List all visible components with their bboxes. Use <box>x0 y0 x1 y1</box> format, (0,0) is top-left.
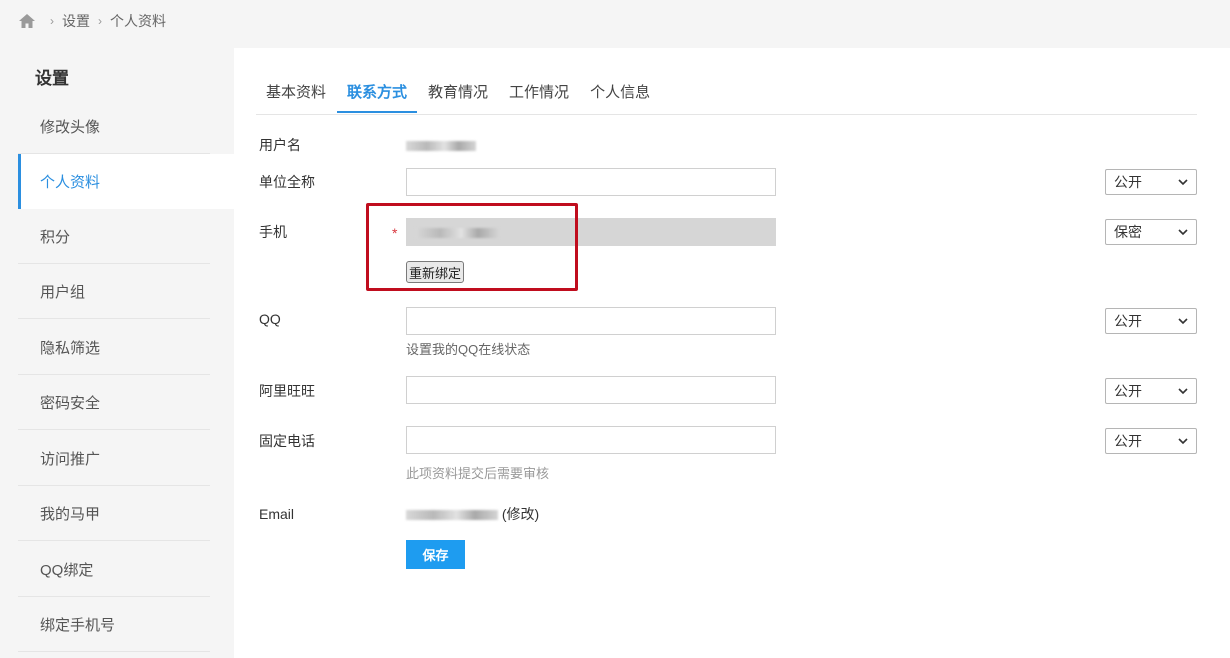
email-label: Email <box>259 506 295 522</box>
home-icon[interactable] <box>18 13 36 29</box>
qq-privacy-select[interactable]: 公开 <box>1105 308 1197 334</box>
qq-input[interactable] <box>406 307 776 335</box>
sidebar-title: 设置 <box>35 69 69 88</box>
qq-label: QQ <box>259 311 281 327</box>
sidebar-item-password[interactable]: 密码安全 <box>18 375 210 430</box>
mobile-privacy-select[interactable]: 保密 <box>1105 219 1197 245</box>
tab-education[interactable]: 教育情况 <box>418 76 498 113</box>
sidebar-item-vest[interactable]: 我的马甲 <box>18 486 210 541</box>
landline-label: 固定电话 <box>259 433 315 449</box>
tab-personal[interactable]: 个人信息 <box>580 76 660 113</box>
chevron-down-icon <box>1178 388 1188 395</box>
sidebar: 设置 修改头像 个人资料 积分 用户组 隐私筛选 密码安全 访问推广 我的马甲 … <box>18 48 234 658</box>
aliwangwang-label: 阿里旺旺 <box>259 383 315 399</box>
main-panel: 基本资料 联系方式 教育情况 工作情况 个人信息 用户名 单位全称 公开 手机 … <box>234 48 1230 658</box>
redacted-username <box>406 141 476 152</box>
company-privacy-select[interactable]: 公开 <box>1105 169 1197 195</box>
qq-privacy-value: 公开 <box>1114 313 1142 329</box>
sidebar-item-privacy[interactable]: 隐私筛选 <box>18 320 210 375</box>
landline-hint: 此项资料提交后需要审核 <box>406 466 550 481</box>
mobile-label: 手机 <box>259 224 287 240</box>
tab-work[interactable]: 工作情况 <box>499 76 579 113</box>
breadcrumb-profile[interactable]: 个人资料 <box>110 11 166 31</box>
sidebar-item-bind-mobile[interactable]: 绑定手机号 <box>18 597 210 652</box>
username-label: 用户名 <box>259 137 301 153</box>
landline-privacy-value: 公开 <box>1114 433 1142 449</box>
username-value <box>406 137 476 153</box>
aliwangwang-privacy-select[interactable]: 公开 <box>1105 378 1197 404</box>
sidebar-item-avatar[interactable]: 修改头像 <box>18 99 210 154</box>
sidebar-item-promotion[interactable]: 访问推广 <box>18 431 210 486</box>
company-privacy-value: 公开 <box>1114 174 1142 190</box>
chevron-right-icon: › <box>50 14 54 28</box>
company-label: 单位全称 <box>259 174 315 190</box>
aliwangwang-privacy-value: 公开 <box>1114 383 1142 399</box>
qq-hint: 设置我的QQ在线状态 <box>406 342 531 357</box>
sidebar-item-profile[interactable]: 个人资料 <box>18 154 234 209</box>
breadcrumb-settings[interactable]: 设置 <box>62 11 90 31</box>
chevron-down-icon <box>1178 229 1188 236</box>
tab-basic[interactable]: 基本资料 <box>256 76 336 113</box>
chevron-down-icon <box>1178 179 1188 186</box>
tab-bar: 基本资料 联系方式 教育情况 工作情况 个人信息 <box>256 76 1197 115</box>
breadcrumb: › 设置 › 个人资料 <box>18 11 166 31</box>
highlight-box <box>366 203 578 291</box>
redacted-email <box>406 510 498 521</box>
save-button[interactable]: 保存 <box>406 540 465 569</box>
sidebar-item-credits[interactable]: 积分 <box>18 209 210 264</box>
mobile-privacy-value: 保密 <box>1114 224 1142 240</box>
tab-contact[interactable]: 联系方式 <box>337 76 418 113</box>
company-input[interactable] <box>406 168 776 196</box>
chevron-down-icon <box>1178 438 1188 445</box>
landline-privacy-select[interactable]: 公开 <box>1105 428 1197 454</box>
chevron-down-icon <box>1178 318 1188 325</box>
aliwangwang-input[interactable] <box>406 376 776 404</box>
email-edit-link[interactable]: (修改) <box>502 506 539 522</box>
sidebar-item-qq-bind[interactable]: QQ绑定 <box>18 542 210 597</box>
landline-input[interactable] <box>406 426 776 454</box>
chevron-right-icon: › <box>98 14 102 28</box>
email-value: (修改) <box>406 504 539 524</box>
sidebar-item-usergroup[interactable]: 用户组 <box>18 264 210 319</box>
